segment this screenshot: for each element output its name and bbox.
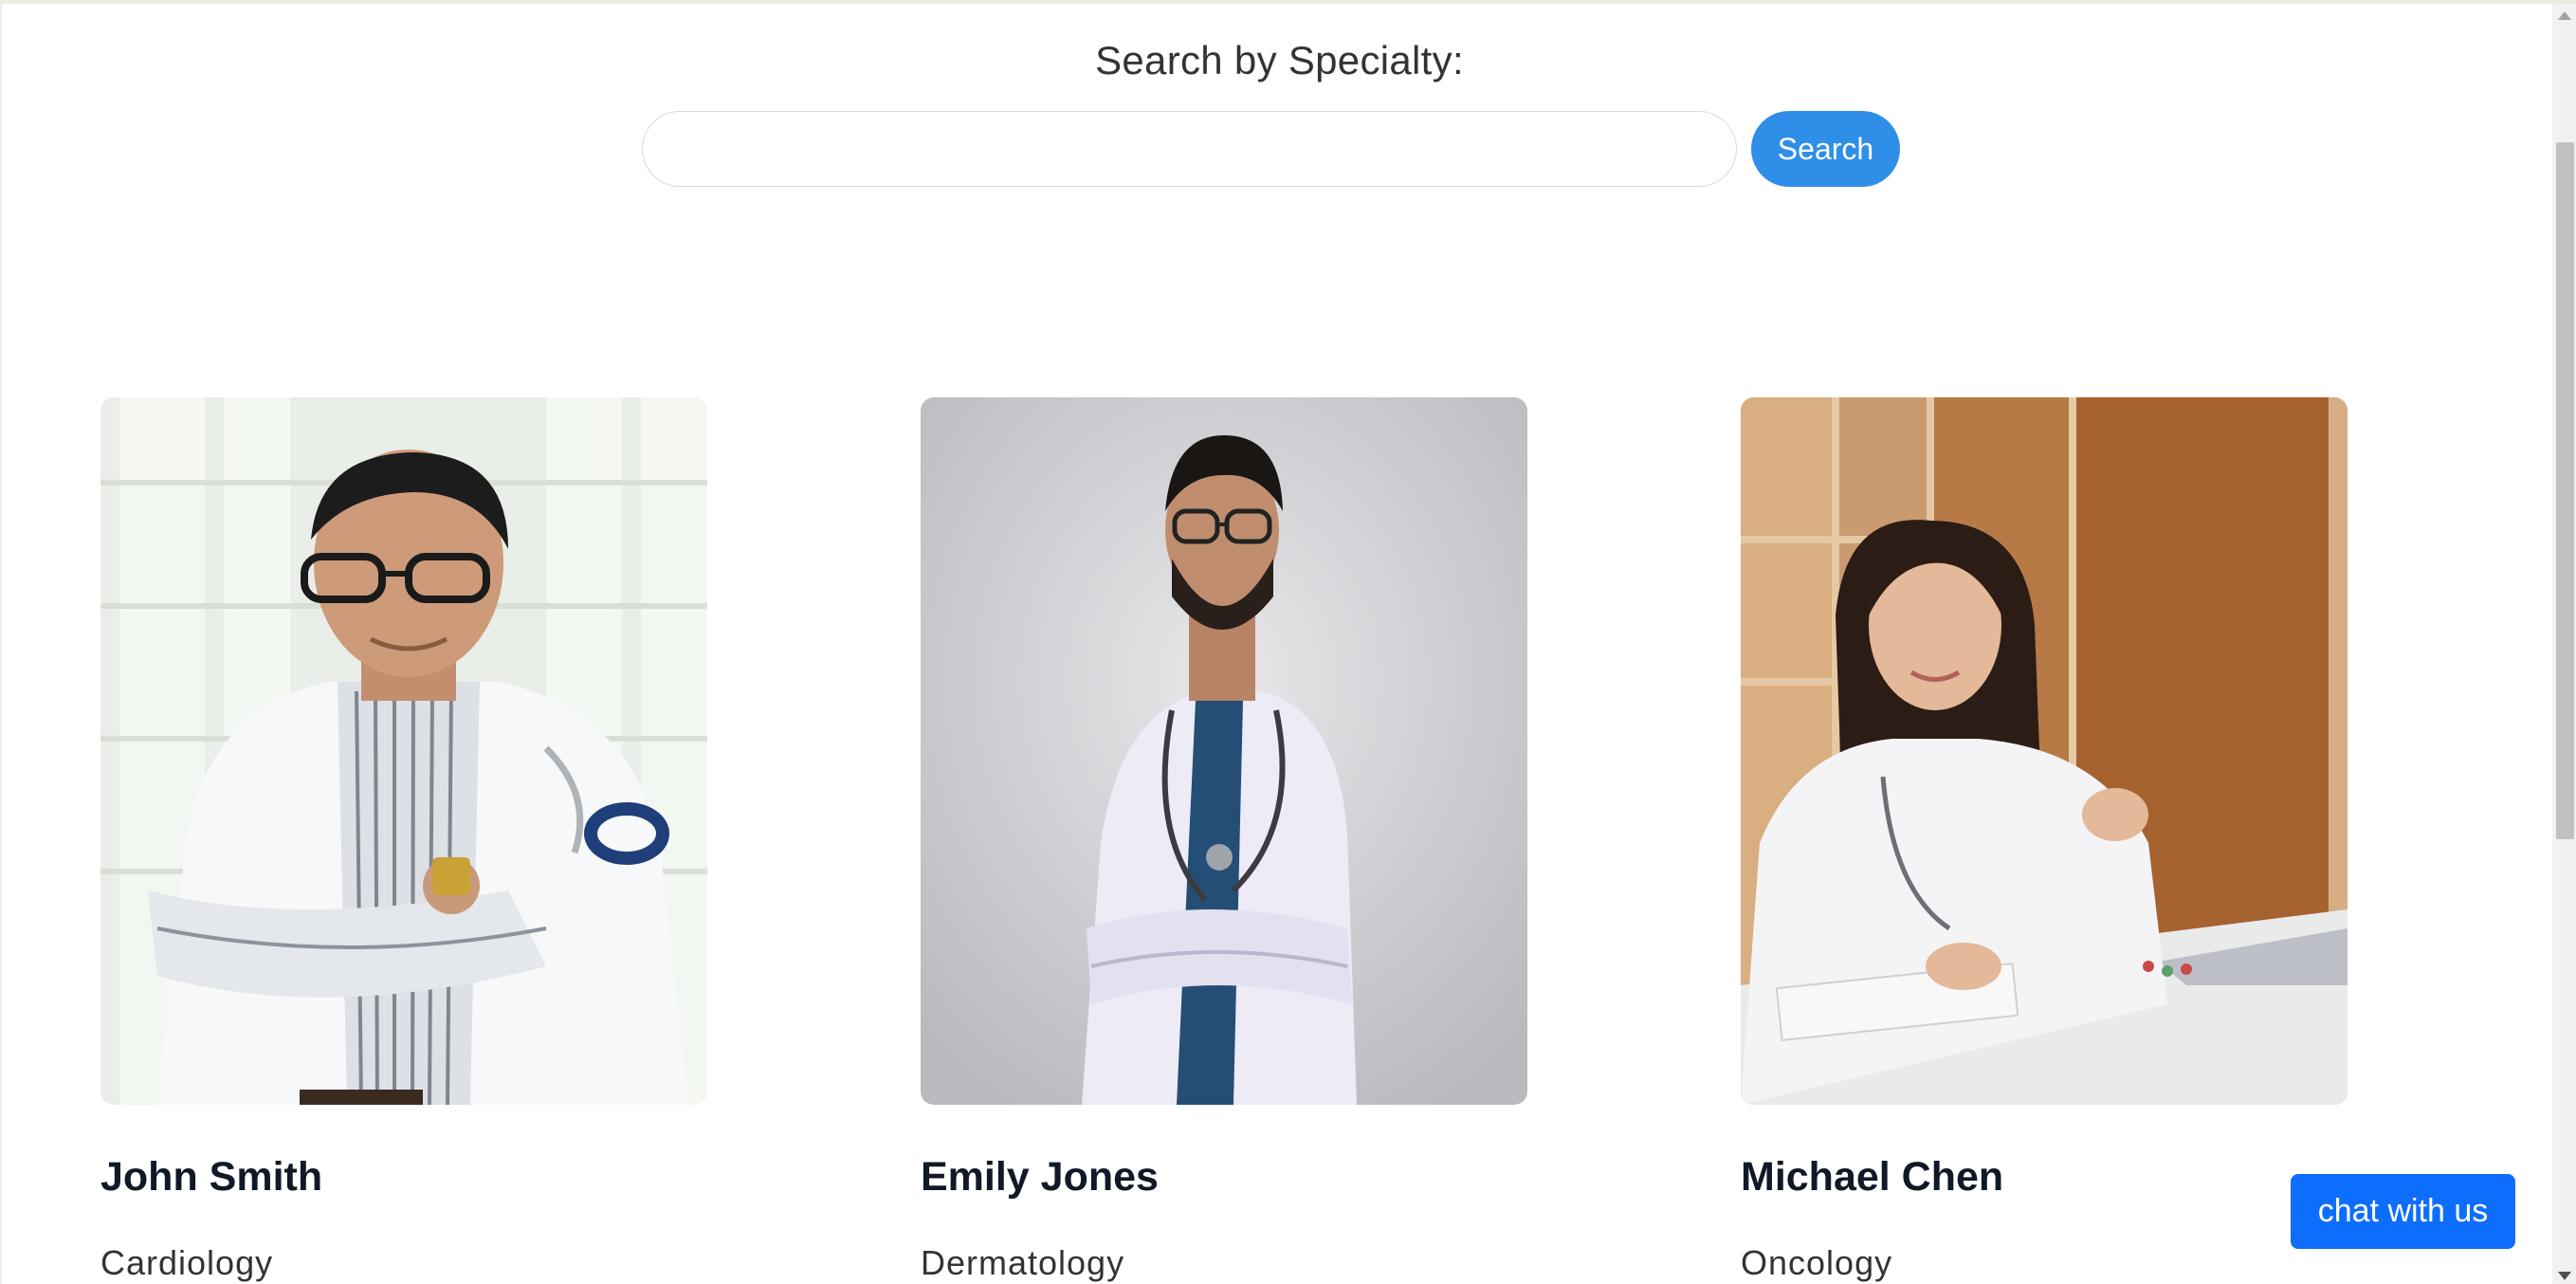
doctor-name: Emily Jones [921, 1154, 1159, 1200]
doctor-card-michael-chen[interactable]: Michael Chen Oncology [1741, 397, 2348, 1282]
doctor-specialty: Dermatology [921, 1243, 1125, 1282]
chat-with-us-button[interactable]: chat with us [2291, 1174, 2515, 1249]
search-button[interactable]: Search [1751, 111, 1900, 187]
specialty-search-input[interactable] [642, 111, 1737, 187]
page: Search by Specialty: Search John Smith C… [0, 0, 2576, 1284]
scrollbar-thumb[interactable] [2556, 142, 2574, 839]
search-heading: Search by Specialty: [1095, 38, 1464, 83]
vertical-scrollbar[interactable] [2552, 4, 2576, 1284]
scroll-down-arrow-icon[interactable] [2558, 1272, 2571, 1280]
doctor-photo-icon [100, 397, 707, 1105]
doctor-photo-michael-chen [1741, 397, 2348, 1105]
doctor-specialty: Oncology [1741, 1243, 1893, 1282]
doctor-photo-emily-jones [921, 397, 1527, 1105]
doctor-name: John Smith [100, 1154, 323, 1200]
scroll-up-arrow-icon[interactable] [2558, 11, 2571, 20]
doctor-card-emily-jones[interactable]: Emily Jones Dermatology [921, 397, 1527, 1282]
search-section: Search by Specialty: Search [2, 4, 2552, 231]
doctor-photo-icon [1741, 397, 2348, 1105]
doctor-name: Michael Chen [1741, 1154, 2004, 1200]
doctor-card-john-smith[interactable]: John Smith Cardiology [100, 397, 707, 1282]
doctor-photo-john-smith [100, 397, 707, 1105]
doctor-specialty: Cardiology [100, 1243, 274, 1282]
doctor-photo-icon [921, 397, 1527, 1105]
